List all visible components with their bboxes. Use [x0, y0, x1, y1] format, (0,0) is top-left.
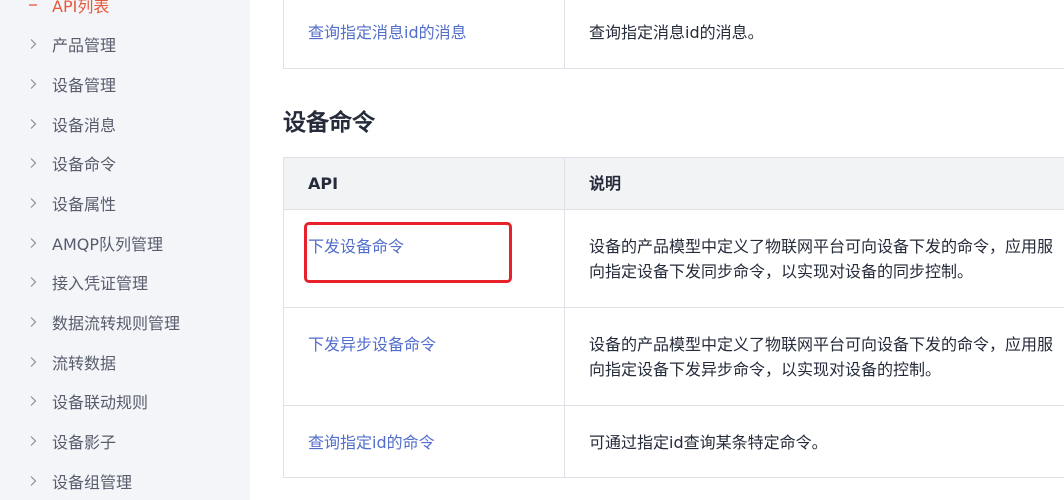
sidebar-item-label: 设备联动规则	[52, 393, 149, 413]
sidebar-item-device-messages[interactable]: 设备消息	[0, 104, 250, 144]
chevron-right-icon[interactable]	[28, 78, 38, 90]
chevron-right-icon[interactable]	[28, 435, 38, 447]
api-link-send-async-device-command[interactable]: 下发异步设备命令	[308, 335, 436, 354]
api-cell: 查询指定消息id的消息	[284, 0, 565, 68]
table-row: 下发设备命令 设备的产品模型中定义了物联网平台可向设备下发的命令，应用服 向指定…	[284, 210, 1064, 308]
description-cell: 设备的产品模型中定义了物联网平台可向设备下发的命令，应用服 向指定设备下发异步命…	[565, 308, 1064, 405]
chevron-right-icon[interactable]	[28, 118, 38, 130]
api-description-line: 设备的产品模型中定义了物联网平台可向设备下发的命令，应用服	[589, 335, 1054, 354]
message-api-table: 查询指定消息id的消息 查询指定消息id的消息。	[283, 0, 1064, 69]
api-cell: 下发设备命令	[284, 210, 565, 307]
sidebar-item-product-management[interactable]: 产品管理	[0, 25, 250, 65]
api-description-line: 向指定设备下发异步命令，以实现对设备的控制。	[589, 360, 942, 379]
sidebar-item-label: AMQP队列管理	[52, 234, 163, 254]
sidebar-item-label: 设备组管理	[52, 472, 133, 492]
sidebar-item-device-commands[interactable]: 设备命令	[0, 144, 250, 184]
chevron-right-icon[interactable]	[28, 356, 38, 368]
column-header-description: 说明	[589, 174, 622, 193]
sidebar-item-label: 设备消息	[52, 115, 117, 135]
description-cell: 设备的产品模型中定义了物联网平台可向设备下发的命令，应用服 向指定设备下发同步命…	[565, 210, 1064, 307]
sidebar-nav: API列表 产品管理 设备管理 设备消息 设备命令 设备属性 AMQP队列管理 …	[0, 0, 250, 500]
table-row: 查询指定消息id的消息 查询指定消息id的消息。	[284, 0, 1064, 69]
sidebar-item-forwarding-data[interactable]: 流转数据	[0, 342, 250, 382]
minus-icon[interactable]	[28, 0, 38, 11]
api-link-query-message-by-id[interactable]: 查询指定消息id的消息	[308, 23, 467, 42]
chevron-right-icon[interactable]	[28, 475, 38, 487]
sidebar-item-device-management[interactable]: 设备管理	[0, 64, 250, 104]
api-cell: 下发异步设备命令	[284, 308, 565, 405]
sidebar-item-label: 设备影子	[52, 433, 117, 453]
chevron-right-icon[interactable]	[28, 197, 38, 209]
api-cell: 查询指定id的命令	[284, 406, 565, 477]
sidebar-item-label: API列表	[52, 0, 110, 16]
table-header-row: API 说明	[284, 158, 1064, 210]
sidebar-list: API列表 产品管理 设备管理 设备消息 设备命令 设备属性 AMQP队列管理 …	[0, 0, 250, 500]
chevron-right-icon[interactable]	[28, 395, 38, 407]
description-cell: 可通过指定id查询某条特定命令。	[565, 406, 1064, 477]
api-link-query-command-by-id[interactable]: 查询指定id的命令	[308, 433, 435, 452]
chevron-right-icon[interactable]	[28, 157, 38, 169]
sidebar-item-label: 设备属性	[52, 195, 117, 215]
table-row: 下发异步设备命令 设备的产品模型中定义了物联网平台可向设备下发的命令，应用服 向…	[284, 308, 1064, 406]
chevron-right-icon[interactable]	[28, 38, 38, 50]
api-description-line: 向指定设备下发同步命令，以实现对设备的同步控制。	[589, 262, 974, 281]
sidebar-item-device-linkage-rules[interactable]: 设备联动规则	[0, 382, 250, 422]
chevron-right-icon[interactable]	[28, 276, 38, 288]
column-header-api: API	[284, 158, 565, 209]
table-row: 查询指定id的命令 可通过指定id查询某条特定命令。	[284, 406, 1064, 478]
sidebar-item-label: 数据流转规则管理	[52, 314, 181, 334]
sidebar-item-label: 设备管理	[52, 76, 117, 96]
api-description-line: 设备的产品模型中定义了物联网平台可向设备下发的命令，应用服	[589, 237, 1054, 256]
chevron-right-icon[interactable]	[28, 237, 38, 249]
sidebar-item-device-shadow[interactable]: 设备影子	[0, 421, 250, 461]
sidebar-item-access-credential-management[interactable]: 接入凭证管理	[0, 263, 250, 303]
api-description: 查询指定消息id的消息。	[589, 23, 764, 42]
api-description-line: 可通过指定id查询某条特定命令。	[589, 433, 828, 452]
sidebar-item-label: 产品管理	[52, 36, 117, 56]
sidebar-item-amqp-queue-management[interactable]: AMQP队列管理	[0, 223, 250, 263]
section-heading-device-commands: 设备命令	[283, 110, 375, 136]
sidebar-item-label: 接入凭证管理	[52, 274, 149, 294]
api-link-send-device-command[interactable]: 下发设备命令	[308, 237, 404, 256]
sidebar-item-device-properties[interactable]: 设备属性	[0, 183, 250, 223]
sidebar-item-data-forwarding-rule-management[interactable]: 数据流转规则管理	[0, 302, 250, 342]
sidebar-item-label: 设备命令	[52, 155, 117, 175]
description-cell: 查询指定消息id的消息。	[565, 0, 1064, 68]
device-command-api-table: API 说明 下发设备命令 设备的产品模型中定义了物联网平台可向设备下发的命令，…	[283, 157, 1064, 478]
sidebar-item-label: 流转数据	[52, 353, 117, 373]
sidebar-item-device-group-management[interactable]: 设备组管理	[0, 461, 250, 500]
chevron-right-icon[interactable]	[28, 316, 38, 328]
sidebar-item-api-list[interactable]: API列表	[0, 0, 250, 25]
